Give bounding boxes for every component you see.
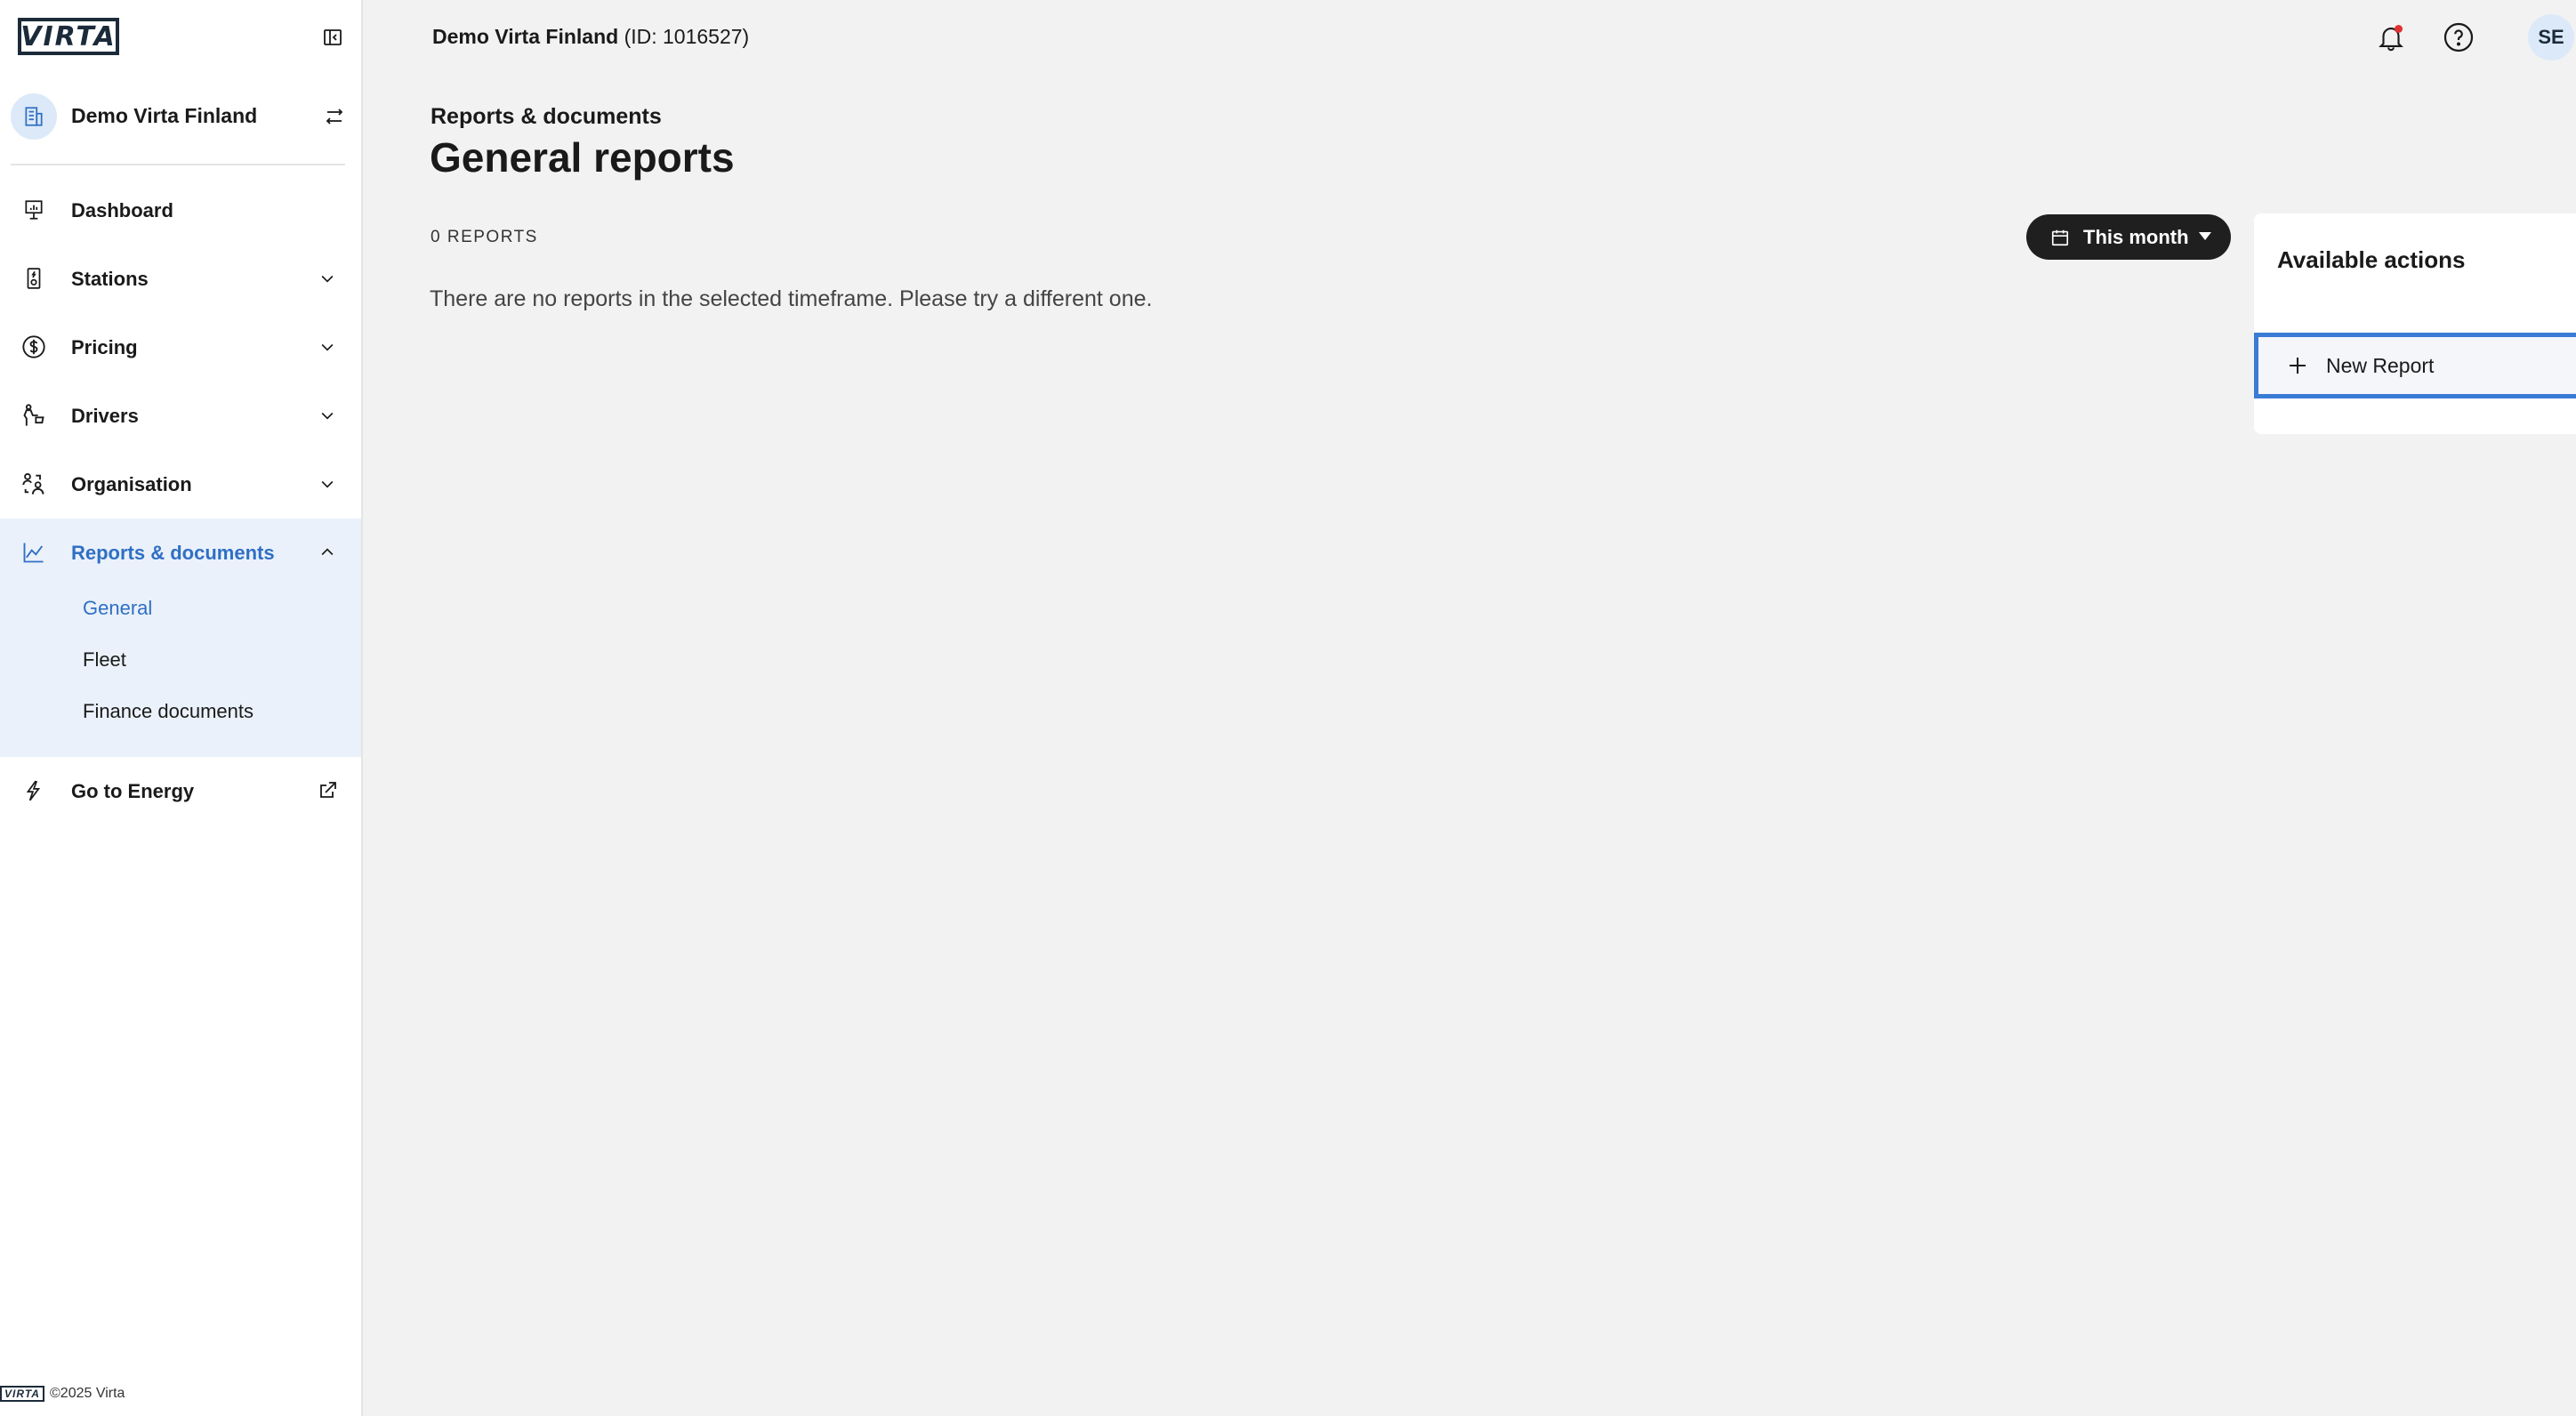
calendar-icon (2049, 227, 2071, 248)
sidebar-item-label: Go to Energy (71, 780, 195, 802)
sidebar-subitem-fleet[interactable]: Fleet (83, 648, 126, 672)
notification-dot (2395, 25, 2403, 33)
sidebar-item-dashboard[interactable]: Dashboard (0, 176, 361, 245)
period-selector-button[interactable]: This month (2026, 214, 2231, 260)
chart-icon (20, 538, 48, 567)
chevron-up-icon[interactable] (315, 540, 340, 565)
external-link-icon (315, 778, 340, 803)
sidebar-subitem-finance-documents[interactable]: Finance documents (83, 700, 254, 723)
page-title: General reports (430, 134, 735, 181)
driver-icon (20, 401, 48, 430)
topbar-org-title: Demo Virta Finland (ID: 1016527) (432, 25, 749, 49)
empty-state-message: There are no reports in the selected tim… (430, 286, 1153, 311)
bell-icon[interactable] (2371, 18, 2411, 57)
sidebar-item-reports[interactable]: Reports & documents (0, 519, 361, 587)
sidebar-footer: VIRTA ©2025 Virta (0, 1386, 125, 1402)
station-icon (20, 264, 48, 293)
period-selector-label: This month (2083, 225, 2189, 248)
available-actions-panel: Available actions New Report (2254, 213, 2576, 434)
sidebar-item-stations[interactable]: Stations (0, 245, 361, 313)
chevron-down-icon[interactable] (315, 403, 340, 428)
sidebar-item-label: Drivers (71, 405, 139, 427)
org-switcher[interactable]: Demo Virta Finland (11, 92, 349, 140)
chevron-down-icon[interactable] (315, 266, 340, 291)
swap-org-icon[interactable] (320, 102, 349, 131)
new-report-button[interactable]: New Report (2254, 333, 2576, 398)
chevron-down-icon[interactable] (315, 471, 340, 496)
report-count: 0 REPORTS (431, 228, 538, 246)
sidebar-item-label: Stations (71, 268, 149, 290)
dollar-icon (20, 333, 48, 361)
sidebar-item-label: Pricing (71, 336, 138, 358)
caret-down-icon (2199, 232, 2211, 240)
actions-title: Available actions (2277, 246, 2466, 273)
topbar-org-name: Demo Virta Finland (432, 25, 619, 48)
user-avatar[interactable]: SE (2528, 14, 2574, 60)
sidebar-divider (11, 164, 345, 165)
sidebar: VIRTA Demo Virta Finland Dashboard Stati… (0, 0, 363, 1416)
breadcrumb: Reports & documents (431, 104, 662, 129)
reports-group: Reports & documents General Fleet Financ… (0, 519, 361, 757)
plus-icon (2285, 353, 2310, 378)
dashboard-icon (20, 196, 48, 224)
new-report-label: New Report (2326, 353, 2435, 377)
chevron-down-icon[interactable] (315, 334, 340, 359)
virta-logo[interactable]: VIRTA (18, 18, 119, 55)
help-icon[interactable] (2439, 18, 2478, 57)
sidebar-item-organisation[interactable]: Organisation (0, 450, 361, 519)
org-name: Demo Virta Finland (71, 104, 258, 127)
lightning-icon (20, 776, 48, 805)
building-icon (11, 93, 57, 140)
sidebar-item-go-to-energy[interactable]: Go to Energy (0, 757, 361, 825)
logo-row: VIRTA (18, 18, 347, 57)
topbar-actions: SE (2371, 14, 2576, 60)
sidebar-subitem-general[interactable]: General (83, 597, 152, 620)
copyright: ©2025 Virta (50, 1386, 125, 1401)
sidebar-item-label: Organisation (71, 473, 192, 495)
virta-footer-logo: VIRTA (0, 1386, 44, 1402)
sidebar-item-label: Reports & documents (71, 542, 275, 564)
sidebar-item-pricing[interactable]: Pricing (0, 313, 361, 382)
sidebar-item-label: Dashboard (71, 199, 173, 221)
sidebar-item-drivers[interactable]: Drivers (0, 382, 361, 450)
collapse-sidebar-icon[interactable] (318, 23, 347, 52)
topbar-org-id: (ID: 1016527) (624, 25, 750, 48)
organisation-icon (20, 470, 48, 498)
